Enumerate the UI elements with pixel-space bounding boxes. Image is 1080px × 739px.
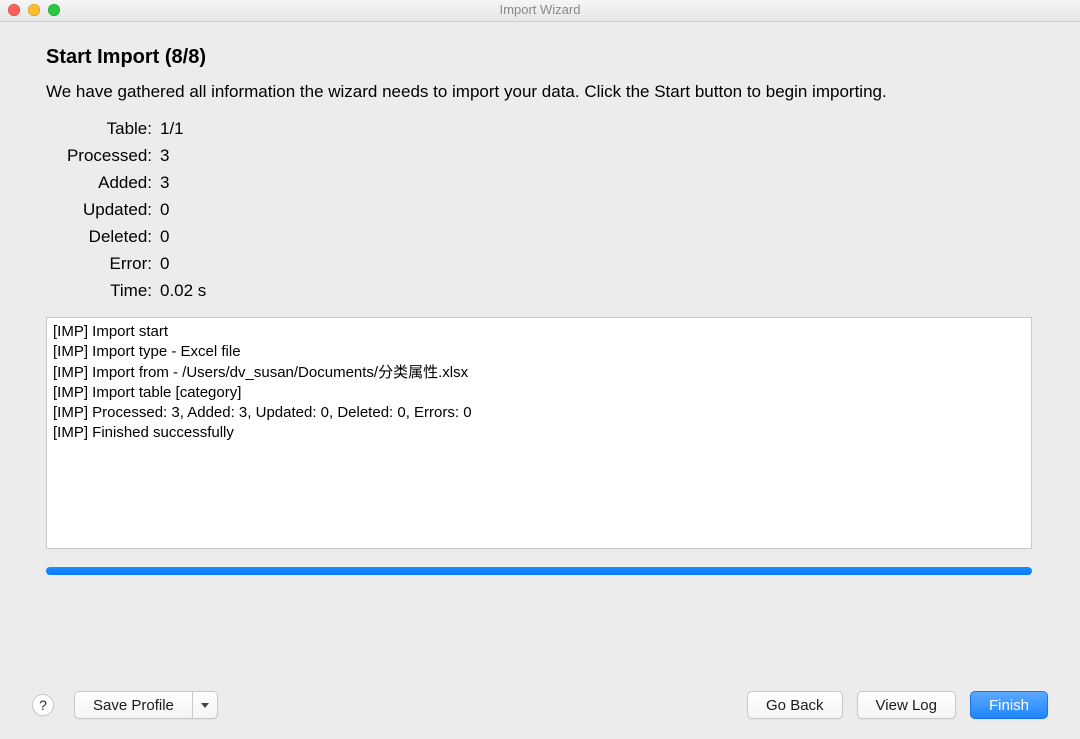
page-description: We have gathered all information the wiz… [46,81,1034,103]
window-titlebar: Import Wizard [0,0,1080,22]
button-bar: ? Save Profile Go Back View Log Finish [0,691,1080,719]
stat-processed-label: Processed: [50,146,152,166]
stat-deleted-value: 0 [160,227,1034,247]
go-back-button[interactable]: Go Back [747,691,843,719]
stat-table-label: Table: [50,119,152,139]
progress-bar [46,567,1032,575]
save-profile-button[interactable]: Save Profile [74,691,192,719]
stat-deleted-label: Deleted: [50,227,152,247]
chevron-down-icon [201,703,209,708]
import-stats: Table: 1/1 Processed: 3 Added: 3 Updated… [50,119,1034,301]
wizard-content: Start Import (8/8) We have gathered all … [0,22,1080,575]
save-profile-dropdown[interactable] [192,691,218,719]
help-button[interactable]: ? [32,694,54,716]
stat-time-label: Time: [50,281,152,301]
stat-updated-label: Updated: [50,200,152,220]
stat-processed-value: 3 [160,146,1034,166]
stat-added-label: Added: [50,173,152,193]
finish-button[interactable]: Finish [970,691,1048,719]
page-heading: Start Import (8/8) [46,46,1034,69]
stat-time-value: 0.02 s [160,281,1034,301]
stat-updated-value: 0 [160,200,1034,220]
stat-error-value: 0 [160,254,1034,274]
import-log[interactable]: [IMP] Import start [IMP] Import type - E… [46,317,1032,549]
stat-added-value: 3 [160,173,1034,193]
view-log-button[interactable]: View Log [857,691,956,719]
stat-error-label: Error: [50,254,152,274]
window-title: Import Wizard [0,2,1080,17]
stat-table-value: 1/1 [160,119,1034,139]
